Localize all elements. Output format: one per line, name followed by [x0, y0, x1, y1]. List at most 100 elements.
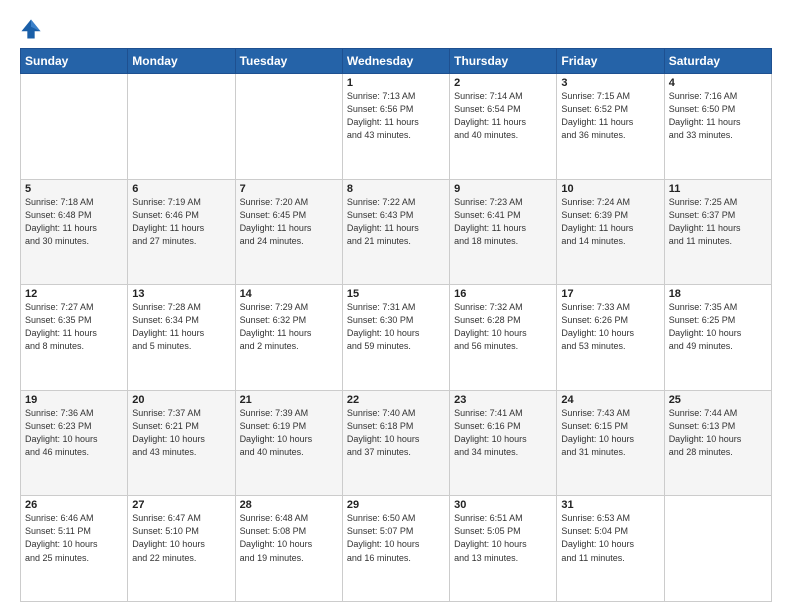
day-number: 21: [240, 394, 338, 406]
calendar-cell: 3Sunrise: 7:15 AMSunset: 6:52 PMDaylight…: [557, 74, 664, 180]
calendar-cell: 6Sunrise: 7:19 AMSunset: 6:46 PMDaylight…: [128, 179, 235, 285]
weekday-friday: Friday: [557, 49, 664, 74]
calendar-cell: 16Sunrise: 7:32 AMSunset: 6:28 PMDayligh…: [450, 285, 557, 391]
weekday-sunday: Sunday: [21, 49, 128, 74]
day-number: 8: [347, 183, 445, 195]
day-number: 5: [25, 183, 123, 195]
calendar-cell: 9Sunrise: 7:23 AMSunset: 6:41 PMDaylight…: [450, 179, 557, 285]
calendar-cell: 29Sunrise: 6:50 AMSunset: 5:07 PMDayligh…: [342, 496, 449, 602]
day-info: Sunrise: 7:43 AMSunset: 6:15 PMDaylight:…: [561, 407, 659, 459]
day-number: 27: [132, 499, 230, 511]
weekday-monday: Monday: [128, 49, 235, 74]
day-info: Sunrise: 6:50 AMSunset: 5:07 PMDaylight:…: [347, 512, 445, 564]
day-info: Sunrise: 7:31 AMSunset: 6:30 PMDaylight:…: [347, 301, 445, 353]
day-number: 3: [561, 77, 659, 89]
day-number: 19: [25, 394, 123, 406]
calendar-cell: 7Sunrise: 7:20 AMSunset: 6:45 PMDaylight…: [235, 179, 342, 285]
day-info: Sunrise: 7:32 AMSunset: 6:28 PMDaylight:…: [454, 301, 552, 353]
calendar-cell: 20Sunrise: 7:37 AMSunset: 6:21 PMDayligh…: [128, 390, 235, 496]
calendar-cell: 27Sunrise: 6:47 AMSunset: 5:10 PMDayligh…: [128, 496, 235, 602]
day-number: 11: [669, 183, 767, 195]
day-info: Sunrise: 7:40 AMSunset: 6:18 PMDaylight:…: [347, 407, 445, 459]
calendar-cell: 19Sunrise: 7:36 AMSunset: 6:23 PMDayligh…: [21, 390, 128, 496]
weekday-thursday: Thursday: [450, 49, 557, 74]
day-info: Sunrise: 6:53 AMSunset: 5:04 PMDaylight:…: [561, 512, 659, 564]
day-info: Sunrise: 6:46 AMSunset: 5:11 PMDaylight:…: [25, 512, 123, 564]
weekday-saturday: Saturday: [664, 49, 771, 74]
calendar-cell: 26Sunrise: 6:46 AMSunset: 5:11 PMDayligh…: [21, 496, 128, 602]
day-info: Sunrise: 7:35 AMSunset: 6:25 PMDaylight:…: [669, 301, 767, 353]
day-number: 13: [132, 288, 230, 300]
day-info: Sunrise: 7:29 AMSunset: 6:32 PMDaylight:…: [240, 301, 338, 353]
day-info: Sunrise: 7:22 AMSunset: 6:43 PMDaylight:…: [347, 196, 445, 248]
calendar-row-0: 1Sunrise: 7:13 AMSunset: 6:56 PMDaylight…: [21, 74, 772, 180]
calendar-cell: [664, 496, 771, 602]
day-number: 20: [132, 394, 230, 406]
calendar-cell: 5Sunrise: 7:18 AMSunset: 6:48 PMDaylight…: [21, 179, 128, 285]
day-info: Sunrise: 7:25 AMSunset: 6:37 PMDaylight:…: [669, 196, 767, 248]
day-info: Sunrise: 7:28 AMSunset: 6:34 PMDaylight:…: [132, 301, 230, 353]
calendar-cell: 13Sunrise: 7:28 AMSunset: 6:34 PMDayligh…: [128, 285, 235, 391]
day-info: Sunrise: 7:14 AMSunset: 6:54 PMDaylight:…: [454, 90, 552, 142]
calendar-cell: [21, 74, 128, 180]
day-number: 25: [669, 394, 767, 406]
day-number: 18: [669, 288, 767, 300]
calendar-table: SundayMondayTuesdayWednesdayThursdayFrid…: [20, 48, 772, 602]
calendar-page: SundayMondayTuesdayWednesdayThursdayFrid…: [0, 0, 792, 612]
day-info: Sunrise: 7:37 AMSunset: 6:21 PMDaylight:…: [132, 407, 230, 459]
calendar-cell: 23Sunrise: 7:41 AMSunset: 6:16 PMDayligh…: [450, 390, 557, 496]
day-info: Sunrise: 7:20 AMSunset: 6:45 PMDaylight:…: [240, 196, 338, 248]
day-info: Sunrise: 7:24 AMSunset: 6:39 PMDaylight:…: [561, 196, 659, 248]
day-info: Sunrise: 6:51 AMSunset: 5:05 PMDaylight:…: [454, 512, 552, 564]
day-info: Sunrise: 7:27 AMSunset: 6:35 PMDaylight:…: [25, 301, 123, 353]
calendar-cell: 31Sunrise: 6:53 AMSunset: 5:04 PMDayligh…: [557, 496, 664, 602]
day-number: 14: [240, 288, 338, 300]
calendar-cell: [235, 74, 342, 180]
calendar-cell: 30Sunrise: 6:51 AMSunset: 5:05 PMDayligh…: [450, 496, 557, 602]
weekday-wednesday: Wednesday: [342, 49, 449, 74]
day-info: Sunrise: 7:36 AMSunset: 6:23 PMDaylight:…: [25, 407, 123, 459]
day-number: 24: [561, 394, 659, 406]
calendar-cell: 22Sunrise: 7:40 AMSunset: 6:18 PMDayligh…: [342, 390, 449, 496]
day-number: 22: [347, 394, 445, 406]
calendar-cell: 4Sunrise: 7:16 AMSunset: 6:50 PMDaylight…: [664, 74, 771, 180]
calendar-cell: [128, 74, 235, 180]
day-number: 29: [347, 499, 445, 511]
day-number: 16: [454, 288, 552, 300]
logo: [20, 18, 43, 40]
calendar-cell: 10Sunrise: 7:24 AMSunset: 6:39 PMDayligh…: [557, 179, 664, 285]
calendar-cell: 25Sunrise: 7:44 AMSunset: 6:13 PMDayligh…: [664, 390, 771, 496]
day-number: 6: [132, 183, 230, 195]
day-number: 30: [454, 499, 552, 511]
calendar-cell: 21Sunrise: 7:39 AMSunset: 6:19 PMDayligh…: [235, 390, 342, 496]
calendar-row-2: 12Sunrise: 7:27 AMSunset: 6:35 PMDayligh…: [21, 285, 772, 391]
calendar-row-3: 19Sunrise: 7:36 AMSunset: 6:23 PMDayligh…: [21, 390, 772, 496]
logo-icon: [20, 18, 42, 40]
day-number: 31: [561, 499, 659, 511]
day-number: 17: [561, 288, 659, 300]
calendar-cell: 15Sunrise: 7:31 AMSunset: 6:30 PMDayligh…: [342, 285, 449, 391]
weekday-header-row: SundayMondayTuesdayWednesdayThursdayFrid…: [21, 49, 772, 74]
calendar-cell: 12Sunrise: 7:27 AMSunset: 6:35 PMDayligh…: [21, 285, 128, 391]
day-number: 10: [561, 183, 659, 195]
calendar-cell: 18Sunrise: 7:35 AMSunset: 6:25 PMDayligh…: [664, 285, 771, 391]
header: [20, 18, 772, 40]
day-number: 15: [347, 288, 445, 300]
calendar-cell: 24Sunrise: 7:43 AMSunset: 6:15 PMDayligh…: [557, 390, 664, 496]
day-number: 9: [454, 183, 552, 195]
day-number: 23: [454, 394, 552, 406]
calendar-row-4: 26Sunrise: 6:46 AMSunset: 5:11 PMDayligh…: [21, 496, 772, 602]
calendar-row-1: 5Sunrise: 7:18 AMSunset: 6:48 PMDaylight…: [21, 179, 772, 285]
day-number: 12: [25, 288, 123, 300]
day-number: 1: [347, 77, 445, 89]
day-info: Sunrise: 6:48 AMSunset: 5:08 PMDaylight:…: [240, 512, 338, 564]
day-number: 28: [240, 499, 338, 511]
day-info: Sunrise: 6:47 AMSunset: 5:10 PMDaylight:…: [132, 512, 230, 564]
day-info: Sunrise: 7:44 AMSunset: 6:13 PMDaylight:…: [669, 407, 767, 459]
day-info: Sunrise: 7:33 AMSunset: 6:26 PMDaylight:…: [561, 301, 659, 353]
calendar-cell: 8Sunrise: 7:22 AMSunset: 6:43 PMDaylight…: [342, 179, 449, 285]
day-info: Sunrise: 7:41 AMSunset: 6:16 PMDaylight:…: [454, 407, 552, 459]
calendar-cell: 1Sunrise: 7:13 AMSunset: 6:56 PMDaylight…: [342, 74, 449, 180]
day-info: Sunrise: 7:13 AMSunset: 6:56 PMDaylight:…: [347, 90, 445, 142]
calendar-cell: 17Sunrise: 7:33 AMSunset: 6:26 PMDayligh…: [557, 285, 664, 391]
